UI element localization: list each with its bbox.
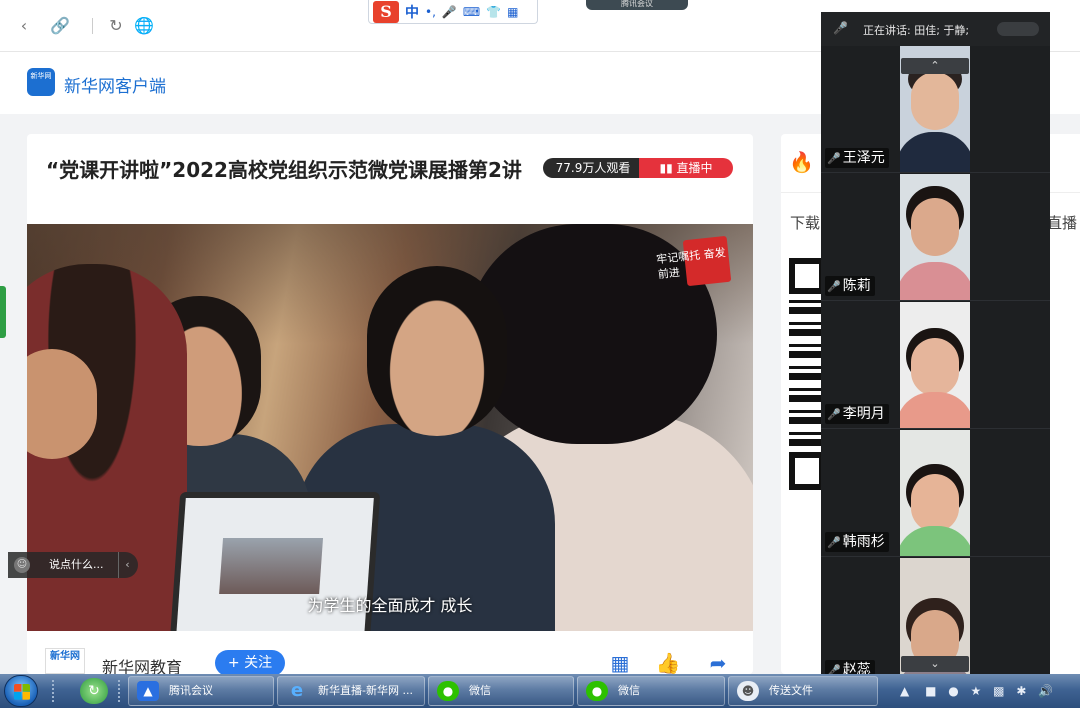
task-wechat[interactable]: ● 微信 <box>428 676 574 706</box>
download-text: 下载 <box>790 214 821 232</box>
participant-tile[interactable]: 🎤 韩雨杉 <box>821 430 1050 557</box>
participant-name: 🎤 陈莉 <box>825 276 875 296</box>
wechat-icon: ● <box>586 681 608 701</box>
task-tencent-meeting[interactable]: ▲ 腾讯会议 <box>128 676 274 706</box>
system-tray[interactable]: ▲ ■ ● ★ ▩ ✱ 🔊 <box>900 680 1075 702</box>
participant-name: 🎤 李明月 <box>825 404 889 424</box>
download-text-tail: 直播 <box>1047 214 1078 232</box>
share-icon[interactable]: ➦ <box>703 650 733 676</box>
comment-bar[interactable]: ☺ 说点什么... ‹ <box>8 552 138 578</box>
video-subtitle: 为学生的全面成才 成长 <box>307 596 473 615</box>
live-badge: ▮▮ 直播中 <box>639 158 733 178</box>
mic-icon[interactable]: 🎤 <box>442 5 457 19</box>
ime-language[interactable]: 中 <box>405 2 419 22</box>
tray-app-icon[interactable]: ▲ <box>900 684 909 698</box>
collapse-icon[interactable]: ‹ <box>118 552 136 578</box>
tray-app-icon[interactable]: ● <box>948 684 958 698</box>
meeting-menu[interactable] <box>997 22 1039 36</box>
tray-app-icon[interactable]: ★ <box>971 684 982 698</box>
start-button[interactable] <box>4 675 38 707</box>
view-count-badge: 77.9万人观看 <box>543 158 643 178</box>
tencent-meeting-icon: ▲ <box>137 681 159 701</box>
participant-video <box>900 302 970 428</box>
participant-video <box>900 430 970 556</box>
toolbar-divider <box>92 18 93 34</box>
keyboard-icon[interactable]: ⌨ <box>463 5 480 19</box>
file-transfer-icon: ☻ <box>737 681 759 701</box>
mic-icon: 🎤 <box>833 21 848 35</box>
article-title: “党课开讲啦”2022高校党组织示范微党课展播第2讲 <box>46 158 522 182</box>
video-figure <box>367 266 507 436</box>
meeting-header: 🎤 正在讲话: 田佳; 于静; <box>821 12 1050 46</box>
ime-toolbar[interactable]: S 中 •, 🎤 ⌨ 👕 ▦ <box>368 0 538 24</box>
qr-finder <box>789 452 825 490</box>
hot-icon: 🔥 <box>789 150 814 174</box>
refresh-app-icon[interactable]: ↻ <box>80 678 108 704</box>
article-card: “党课开讲啦”2022高校党组织示范微党课展播第2讲 77.9万人观看 ▮▮ 直… <box>27 134 753 677</box>
edge-widget[interactable] <box>0 286 6 338</box>
participant-name: 🎤 王泽元 <box>825 148 889 168</box>
author-logo[interactable]: 新华网 <box>45 648 85 674</box>
ie-icon: e <box>290 680 304 701</box>
refresh-icon[interactable]: ↻ <box>106 16 126 36</box>
participant-tile[interactable]: 🎤 李明月 <box>821 302 1050 429</box>
site-name[interactable]: 新华网客户端 <box>64 72 166 97</box>
sogou-logo: S <box>373 0 399 23</box>
task-browser[interactable]: e 新华直播-新华网 ... <box>277 676 425 706</box>
taskbar-grip <box>118 680 122 702</box>
like-icon[interactable]: 👍 <box>653 650 683 676</box>
volume-icon[interactable]: 🔊 <box>1038 684 1053 698</box>
meeting-pill[interactable]: 腾讯会议 <box>586 0 688 10</box>
scroll-down-button[interactable]: ⌄ <box>901 656 969 672</box>
shirt-icon[interactable]: 👕 <box>486 5 501 19</box>
taskbar: ↻ ▲ 腾讯会议 e 新华直播-新华网 ... ● 微信 ● 微信 ☻ 传送文件… <box>0 674 1080 708</box>
participant-video <box>900 174 970 300</box>
link-icon[interactable]: 🔗 <box>50 16 70 36</box>
participant-tile[interactable]: 🎤 陈莉 <box>821 174 1050 301</box>
comment-input[interactable]: 说点什么... <box>49 552 104 578</box>
meeting-panel: 🎤 正在讲话: 田佳; 于静; 🎤 王泽元 🎤 陈莉 🎤 李明月 🎤 韩雨杉 🎤… <box>821 12 1050 688</box>
slogan-seal: 牢记嘱托 奋发前进 <box>647 235 732 287</box>
scroll-up-button[interactable]: ⌃ <box>901 58 969 74</box>
taskbar-grip <box>52 680 56 702</box>
network-icon[interactable]: ▩ <box>993 684 1004 698</box>
badge-icon[interactable]: ▦ <box>605 650 635 676</box>
qr-finder <box>789 258 825 294</box>
punct-icon[interactable]: •, <box>425 5 436 19</box>
bluetooth-icon[interactable]: ✱ <box>1016 684 1026 698</box>
tray-app-icon[interactable]: ■ <box>925 684 936 698</box>
task-file-transfer[interactable]: ☻ 传送文件 <box>728 676 878 706</box>
participant-name: 🎤 韩雨杉 <box>825 532 889 552</box>
follow-button[interactable]: + 关注 <box>215 650 285 676</box>
grid-icon[interactable]: ▦ <box>507 5 518 19</box>
globe-icon[interactable]: 🌐 <box>134 16 154 36</box>
emoji-icon[interactable]: ☺ <box>14 557 30 573</box>
speaking-indicator: 正在讲话: 田佳; 于静; <box>863 24 970 37</box>
wechat-icon: ● <box>437 681 459 701</box>
task-wechat-2[interactable]: ● 微信 <box>577 676 725 706</box>
back-icon[interactable]: ‹ <box>14 16 34 36</box>
site-logo[interactable]: 新华网 <box>27 68 55 96</box>
windows-logo-icon <box>14 684 30 700</box>
